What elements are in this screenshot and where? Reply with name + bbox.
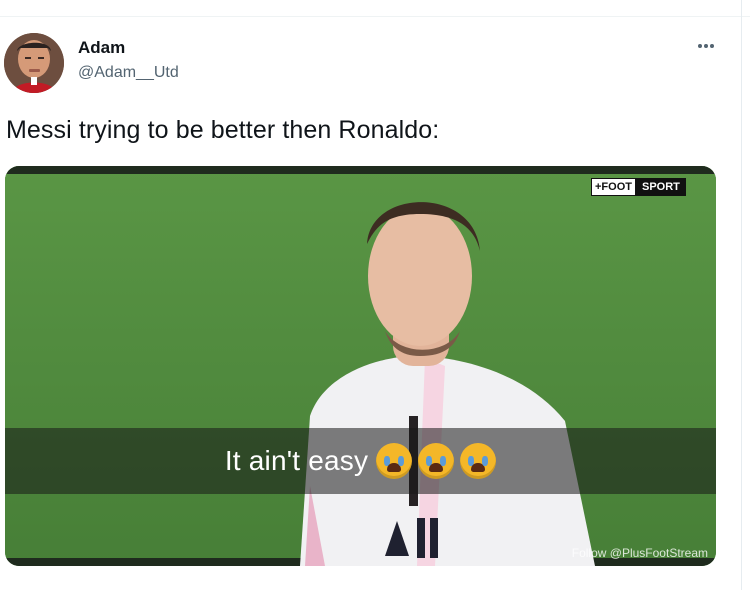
ellipsis-icon — [697, 44, 702, 48]
user-handle[interactable]: @Adam__Utd — [78, 64, 179, 82]
tweet-text: Messi trying to be better then Ronaldo: — [6, 116, 440, 144]
caption-text: It ain't easy — [224, 445, 369, 476]
more-options-button[interactable] — [692, 36, 720, 56]
ellipsis-icon — [704, 44, 708, 48]
right-divider — [741, 0, 742, 590]
video-frame-image — [5, 166, 716, 566]
tweet-media[interactable]: +FOOT SPORT It ain't easy Follow @PlusFo… — [5, 166, 716, 566]
crying-emojis — [370, 443, 497, 479]
loudly-crying-face-icon — [418, 443, 455, 479]
watermark: Follow @PlusFootStream — [571, 546, 708, 560]
caption-bar: It ain't easy — [5, 428, 716, 494]
broadcaster-logo: +FOOT SPORT — [591, 178, 686, 196]
ellipsis-icon — [710, 44, 715, 48]
avatar[interactable] — [4, 33, 64, 93]
loudly-crying-face-icon — [376, 443, 413, 479]
user-name[interactable]: Adam — [78, 38, 125, 58]
top-divider — [0, 0, 750, 17]
loudly-crying-face-icon — [460, 443, 497, 479]
